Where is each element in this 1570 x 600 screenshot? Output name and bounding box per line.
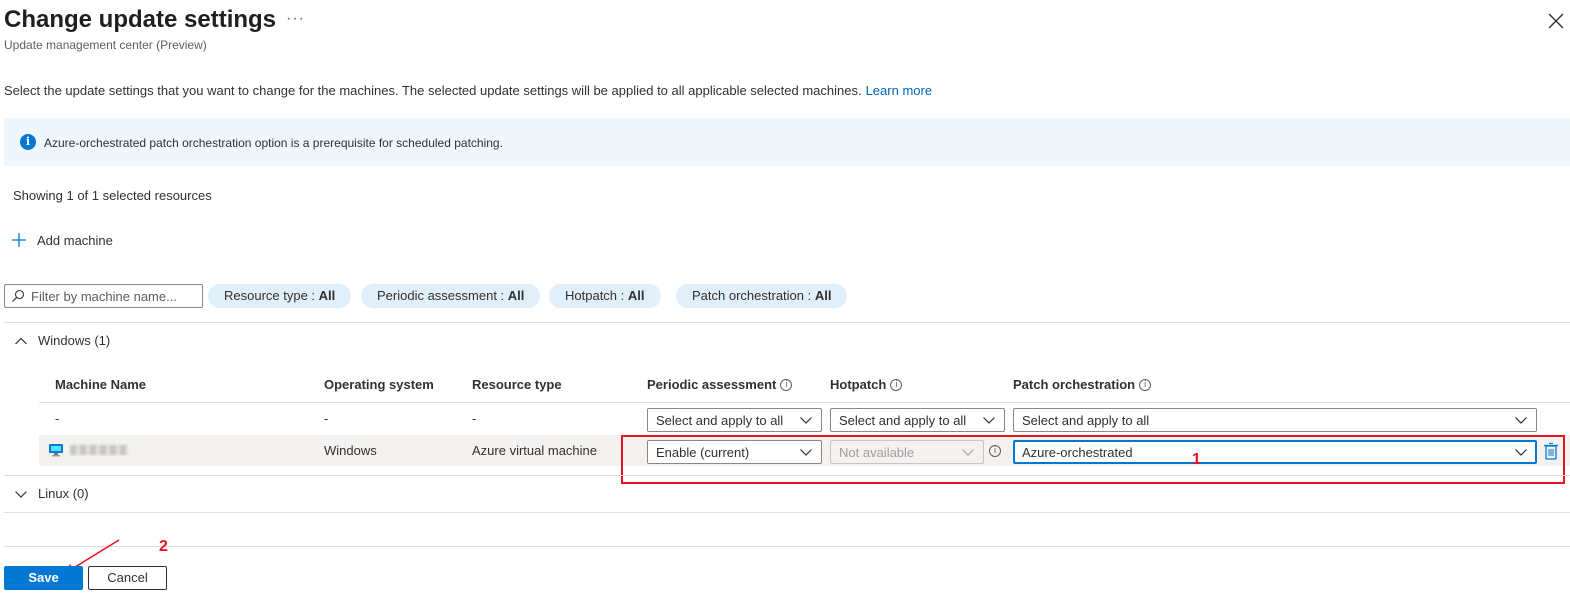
chevron-down-icon — [983, 417, 995, 424]
plus-icon — [12, 233, 26, 247]
pill-label: Periodic assessment : — [377, 288, 508, 303]
learn-more-link[interactable]: Learn more — [866, 83, 932, 98]
column-header-resource-type: Resource type — [472, 377, 562, 392]
add-machine-button[interactable]: Add machine — [11, 232, 113, 248]
info-message-text: Azure-orchestrated patch orchestration o… — [44, 136, 503, 150]
info-icon: i — [20, 134, 36, 150]
pill-value: All — [318, 288, 336, 303]
machine-resource-type: Azure virtual machine — [472, 443, 597, 458]
apply-all-periodic-assessment-dropdown[interactable]: Select and apply to all — [647, 408, 822, 432]
chevron-down-icon — [1515, 417, 1527, 424]
column-header-patch-orchestration: Patch orchestration i — [1013, 377, 1152, 392]
cancel-button[interactable]: Cancel — [88, 566, 167, 590]
save-button[interactable]: Save — [4, 566, 83, 590]
info-tooltip-icon[interactable]: i — [1139, 378, 1152, 391]
column-header-hotpatch: Hotpatch i — [830, 377, 903, 392]
pill-label: Patch orchestration : — [692, 288, 815, 303]
chevron-up-icon — [15, 337, 27, 344]
annotation-number-1: 1 — [1192, 451, 1201, 468]
annotation-number-2: 2 — [159, 538, 168, 555]
description-text: Select the update settings that you want… — [4, 83, 862, 98]
footer-divider — [4, 546, 1570, 547]
machine-name-redacted[interactable] — [70, 445, 128, 455]
description: Select the update settings that you want… — [4, 83, 932, 98]
pill-value: All — [814, 288, 832, 303]
info-message-bar: i Azure-orchestrated patch orchestration… — [4, 118, 1570, 166]
chevron-down-icon — [800, 417, 812, 424]
pill-label: Hotpatch : — [565, 288, 628, 303]
virtual-machine-icon — [49, 444, 63, 457]
apply-all-patch-orchestration-dropdown[interactable]: Select and apply to all — [1013, 408, 1537, 432]
chevron-down-icon — [15, 490, 27, 498]
windows-group-toggle[interactable]: Windows (1) — [14, 333, 110, 348]
pill-value: All — [627, 288, 645, 303]
hotpatch-filter-pill[interactable]: Hotpatch : All — [549, 284, 661, 308]
column-header-label: Periodic assessment — [647, 377, 777, 392]
page-subtitle: Update management center (Preview) — [4, 38, 207, 52]
windows-group-label: Windows (1) — [38, 333, 111, 348]
column-header-os: Operating system — [324, 377, 434, 392]
search-icon — [12, 289, 25, 302]
divider — [4, 322, 1570, 323]
dropdown-value: Select and apply to all — [656, 412, 784, 428]
column-header-label: Patch orchestration — [1013, 377, 1136, 392]
apply-all-hotpatch-dropdown[interactable]: Select and apply to all — [830, 408, 1005, 432]
column-header-label: Resource type — [472, 377, 562, 392]
more-options-button[interactable]: ··· — [286, 10, 305, 28]
linux-group-label: Linux (0) — [38, 486, 89, 501]
divider — [4, 475, 1570, 476]
pill-value: All — [507, 288, 525, 303]
periodic-assessment-filter-pill[interactable]: Periodic assessment : All — [361, 284, 541, 308]
page-title: Change update settings — [4, 6, 277, 33]
add-machine-label: Add machine — [37, 232, 113, 248]
apply-all-os: - — [324, 411, 329, 426]
filter-input[interactable] — [31, 288, 191, 304]
column-header-periodic-assessment: Periodic assessment i — [647, 377, 793, 392]
column-header-label: Operating system — [324, 377, 434, 392]
apply-all-machine-name: - — [55, 411, 60, 426]
resource-type-filter-pill[interactable]: Resource type : All — [208, 284, 352, 308]
column-header-label: Machine Name — [55, 377, 147, 392]
column-header-label: Hotpatch — [830, 377, 887, 392]
close-icon — [1548, 13, 1564, 29]
info-tooltip-icon[interactable]: i — [780, 378, 793, 391]
machine-os: Windows — [324, 443, 377, 458]
apply-all-resource-type: - — [472, 411, 477, 426]
dropdown-value: Select and apply to all — [839, 412, 967, 428]
annotation-highlight-box — [621, 435, 1565, 484]
close-button[interactable] — [1545, 10, 1567, 32]
linux-group-toggle[interactable]: Linux (0) — [14, 486, 89, 501]
pill-label: Resource type : — [224, 288, 319, 303]
showing-count: Showing 1 of 1 selected resources — [13, 188, 212, 203]
table-header-divider — [39, 402, 1570, 403]
dropdown-value: Select and apply to all — [1022, 412, 1150, 428]
filter-box[interactable] — [4, 284, 203, 308]
patch-orchestration-filter-pill[interactable]: Patch orchestration : All — [676, 284, 848, 308]
info-tooltip-icon[interactable]: i — [890, 378, 903, 391]
column-header-machine-name: Machine Name — [55, 377, 146, 392]
divider — [4, 512, 1570, 513]
